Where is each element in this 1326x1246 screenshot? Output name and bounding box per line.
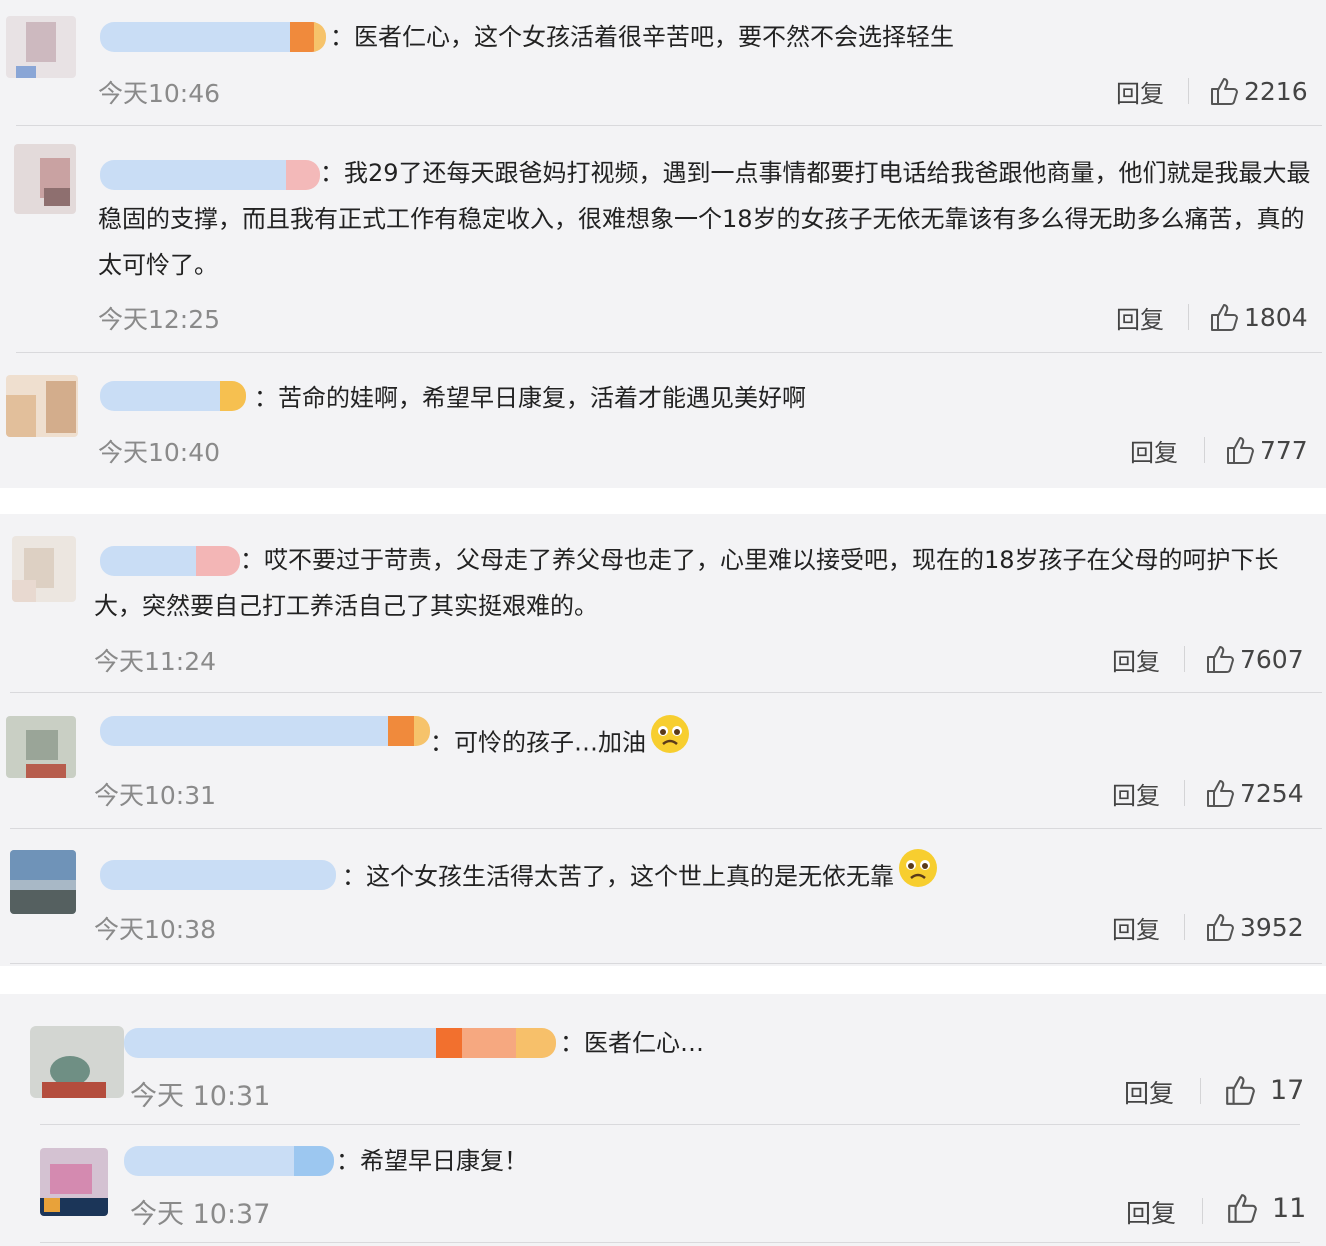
comment-time: 今天12:25 [98, 305, 221, 334]
comment-item: ：医者仁心… 今天 10:31 回复 17 [0, 994, 1326, 1126]
thumbs-up-icon [1224, 1074, 1256, 1106]
comment-separator [10, 828, 1322, 829]
comment-time: 今天10:46 [98, 79, 221, 108]
divider [1204, 437, 1205, 463]
comment-item: ：可怜的孩子…加油 今天10:31 回复 7254 [0, 694, 1326, 830]
like-count: 11 [1272, 1192, 1307, 1224]
comment-text: ：希望早日康复！ [336, 1147, 528, 1175]
avatar[interactable] [14, 144, 76, 214]
thumbs-up-icon [1226, 435, 1254, 465]
like-button[interactable]: 7254 [1206, 778, 1304, 808]
comment-item: ：苦命的娃啊，希望早日康复，活着才能遇见美好啊 今天10:40 回复 777 [0, 355, 1326, 488]
comment-separator [10, 692, 1322, 693]
reply-button[interactable]: 回复 [1126, 1194, 1176, 1230]
thumbs-up-icon [1210, 76, 1238, 106]
comment-text: ：苦命的娃啊，希望早日康复，活着才能遇见美好啊 [254, 384, 806, 412]
thumbs-up-icon [1206, 912, 1234, 942]
thumbs-up-icon [1226, 1192, 1258, 1224]
username-blurred[interactable] [124, 1146, 334, 1176]
comment-separator [10, 963, 1322, 964]
comment-text: ：可怜的孩子…加油 [430, 714, 1030, 771]
reply-button[interactable]: 回复 [1112, 642, 1160, 677]
like-button[interactable]: 1804 [1210, 302, 1308, 332]
comment-time: 今天 10:37 [130, 1199, 271, 1230]
divider [1184, 914, 1185, 940]
comment-text: ：医者仁心… [560, 1029, 704, 1057]
comment-item: ：我29了还每天跟爸妈打视频，遇到一点事情都要打电话给我爸跟他商量，他们就是我最… [0, 130, 1326, 355]
avatar[interactable] [10, 850, 76, 914]
sad-face-emoji [650, 714, 690, 769]
comment-separator [16, 352, 1322, 353]
comment-text-content: ：可怜的孩子…加油 [430, 728, 646, 757]
comment-item: ：希望早日康复！ 今天 10:37 回复 11 [0, 1126, 1326, 1246]
thumbs-up-icon [1206, 778, 1234, 808]
comment-item: ：这个女孩生活得太苦了，这个世上真的是无依无靠 今天10:38 回复 3952 [0, 830, 1326, 966]
reply-button[interactable]: 回复 [1116, 74, 1164, 109]
like-button[interactable]: 7607 [1206, 644, 1304, 674]
like-count: 777 [1260, 435, 1308, 465]
comment-text: ：这个女孩生活得太苦了，这个世上真的是无依无靠 [342, 848, 1042, 905]
like-count: 3952 [1240, 912, 1304, 942]
comment-text-content: ：这个女孩生活得太苦了，这个世上真的是无依无靠 [342, 862, 894, 891]
like-button[interactable]: 3952 [1206, 912, 1304, 942]
divider [1200, 1078, 1201, 1104]
avatar[interactable] [6, 716, 76, 778]
like-button[interactable]: 777 [1226, 435, 1308, 465]
like-button[interactable]: 11 [1226, 1192, 1306, 1224]
thumbs-up-icon [1206, 644, 1234, 674]
sad-face-emoji [898, 848, 938, 903]
section-divider [0, 966, 1326, 994]
reply-button[interactable]: 回复 [1112, 776, 1160, 811]
like-count: 2216 [1244, 76, 1308, 106]
like-button[interactable]: 17 [1224, 1074, 1304, 1106]
thumbs-up-icon [1210, 302, 1238, 332]
avatar[interactable] [6, 375, 78, 437]
divider [1184, 646, 1185, 672]
avatar[interactable] [30, 1026, 124, 1098]
divider [1184, 780, 1185, 806]
avatar[interactable] [12, 536, 76, 602]
divider [1202, 1198, 1203, 1224]
comment-text: ：哎不要过于苛责，父母走了养父母也走了，心里难以接受吧，现在的18岁孩子在父母的… [94, 546, 1279, 620]
comment-separator [40, 1242, 1300, 1243]
comment-item: ：医者仁心，这个女孩活着很辛苦吧，要不然不会选择轻生 今天10:46 回复 22… [0, 0, 1326, 130]
comment-text: ：我29了还每天跟爸妈打视频，遇到一点事情都要打电话给我爸跟他商量，他们就是我最… [98, 159, 1311, 279]
divider [1188, 78, 1189, 104]
username-blurred[interactable] [124, 1028, 556, 1058]
comment-separator [40, 1124, 1300, 1125]
comment-separator [16, 125, 1322, 126]
reply-button[interactable]: 回复 [1124, 1074, 1174, 1110]
avatar[interactable] [40, 1148, 108, 1216]
reply-button[interactable]: 回复 [1116, 300, 1164, 335]
section-divider [0, 488, 1326, 514]
username-blurred[interactable] [100, 381, 246, 411]
divider [1188, 304, 1189, 330]
comment-text: ：医者仁心，这个女孩活着很辛苦吧，要不然不会选择轻生 [330, 23, 954, 51]
like-count: 7254 [1240, 778, 1304, 808]
comment-time: 今天10:31 [94, 781, 217, 810]
comment-time: 今天10:40 [98, 438, 221, 467]
username-blurred[interactable] [100, 860, 336, 890]
reply-button[interactable]: 回复 [1130, 433, 1178, 468]
username-blurred[interactable] [100, 22, 326, 52]
comment-time: 今天11:24 [94, 647, 217, 676]
like-count: 17 [1270, 1074, 1305, 1106]
like-count: 7607 [1240, 644, 1304, 674]
comment-time: 今天10:38 [94, 915, 217, 944]
comment-item: ：哎不要过于苛责，父母走了养父母也走了，心里难以接受吧，现在的18岁孩子在父母的… [0, 514, 1326, 694]
comment-time: 今天 10:31 [130, 1081, 271, 1112]
reply-button[interactable]: 回复 [1112, 910, 1160, 945]
avatar[interactable] [6, 16, 76, 78]
like-button[interactable]: 2216 [1210, 76, 1308, 106]
like-count: 1804 [1244, 302, 1308, 332]
username-blurred[interactable] [100, 716, 430, 746]
